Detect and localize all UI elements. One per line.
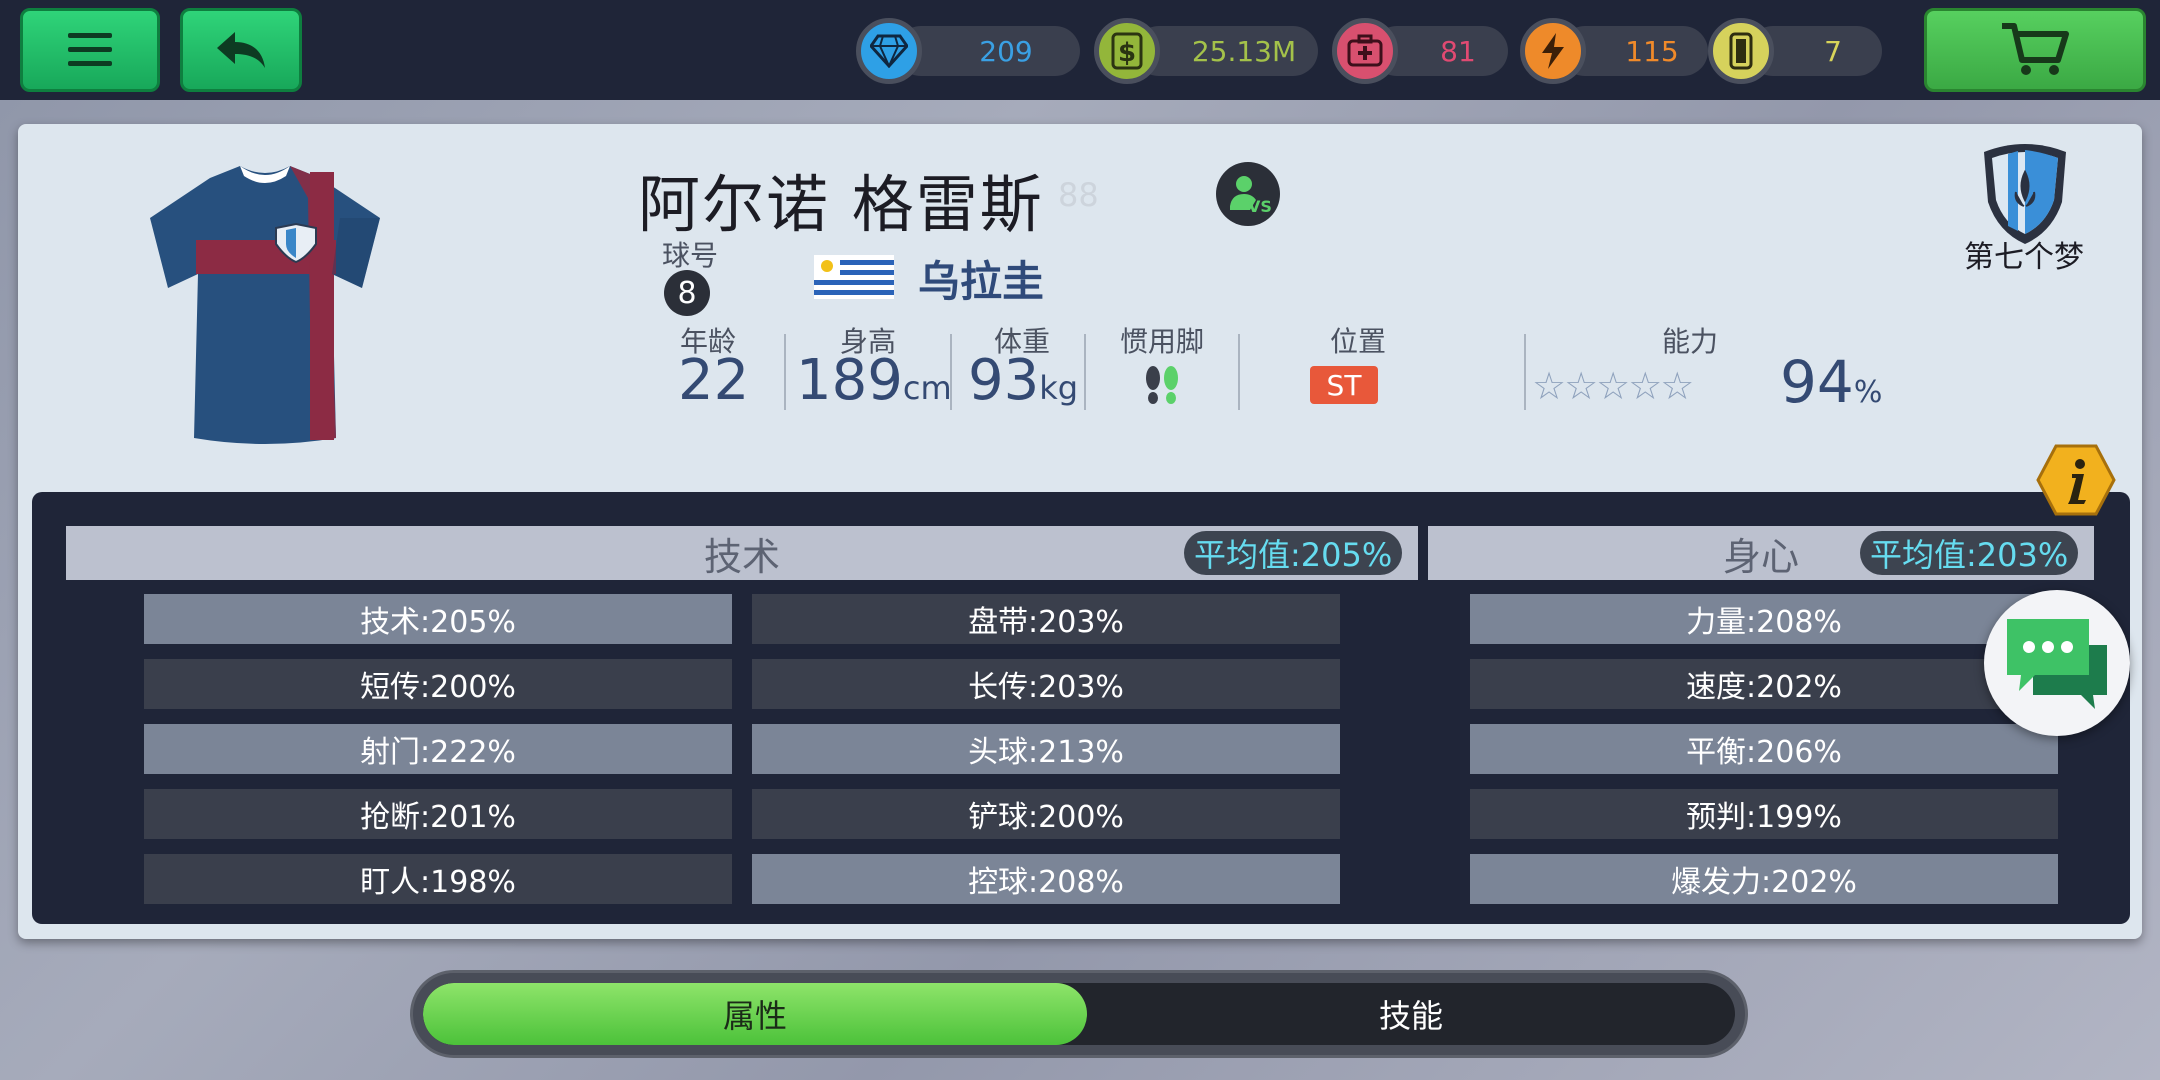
age-number: 22 xyxy=(678,348,750,413)
stat-explosiveness: 爆发力:202% xyxy=(1470,854,2058,904)
stat-ball-control: 控球:208% xyxy=(752,854,1340,904)
ability-unit: % xyxy=(1853,375,1883,410)
resource-diamond[interactable]: 209 xyxy=(856,18,1080,84)
weight-value: 93kg xyxy=(968,348,1078,413)
compare-vs-button[interactable]: VS xyxy=(1216,162,1280,226)
weight-number: 93 xyxy=(968,348,1040,413)
stat-dribbling: 盘带:203% xyxy=(752,594,1340,644)
position-badge: ST xyxy=(1310,366,1378,404)
divider xyxy=(1524,334,1526,410)
technique-section-header: 技术 平均值:205% xyxy=(66,526,1418,580)
uruguay-flag-icon xyxy=(814,255,894,299)
diamond-icon xyxy=(856,18,922,84)
hamburger-menu-icon xyxy=(68,33,112,66)
ability-label: 能力 xyxy=(1662,325,1719,358)
resource-medical[interactable]: 81 xyxy=(1332,18,1508,84)
weight-unit: kg xyxy=(1039,369,1079,407)
bottom-tab-bar: 属性 技能 xyxy=(410,970,1748,1058)
stat-short-pass: 短传:200% xyxy=(144,659,732,709)
stat-balance: 平衡:206% xyxy=(1470,724,2058,774)
player-jersey-image xyxy=(150,166,380,444)
svg-text:VS: VS xyxy=(1248,197,1272,216)
card-icon xyxy=(1708,18,1774,84)
stat-speed: 速度:202% xyxy=(1470,659,2058,709)
ability-value: 94% xyxy=(1780,348,1882,416)
diamond-value: 209 xyxy=(896,26,1080,76)
stat-heading: 头球:213% xyxy=(752,724,1340,774)
resource-cash[interactable]: $ 25.13M xyxy=(1094,18,1318,84)
player-compare-icon: VS xyxy=(1230,176,1272,216)
info-icon[interactable] xyxy=(2036,444,2116,516)
stat-long-pass: 长传:203% xyxy=(752,659,1340,709)
jersey-number: 8 xyxy=(664,270,710,316)
divider xyxy=(1084,334,1086,410)
attributes-panel: 技术 平均值:205% 身心 平均值:203% 技术:205% 短传:200% … xyxy=(32,492,2130,924)
medkit-icon xyxy=(1332,18,1398,84)
player-rating-watermark: 88 xyxy=(1058,176,1099,214)
divider xyxy=(1238,334,1240,410)
physical-section-header: 身心 平均值:203% xyxy=(1428,526,2094,580)
lightning-icon xyxy=(1520,18,1586,84)
resource-cards[interactable]: 7 xyxy=(1708,18,1882,84)
ability-number: 94 xyxy=(1780,348,1854,416)
menu-button[interactable] xyxy=(20,8,160,92)
divider xyxy=(950,334,952,410)
club-crest-icon xyxy=(1984,144,2066,244)
stat-technique: 技术:205% xyxy=(144,594,732,644)
dollar-icon: $ xyxy=(1094,18,1160,84)
stat-strength: 力量:208% xyxy=(1470,594,2058,644)
stat-anticipation: 预判:199% xyxy=(1470,789,2058,839)
preferred-foot-label: 惯用脚 xyxy=(1120,325,1205,358)
tab-track: 属性 技能 xyxy=(423,983,1735,1045)
technique-average-badge: 平均值:205% xyxy=(1184,531,1403,575)
svg-text:$: $ xyxy=(1118,38,1136,68)
tab-skills[interactable]: 技能 xyxy=(1087,983,1735,1045)
stat-interception: 抢断:201% xyxy=(144,789,732,839)
back-arrow-icon xyxy=(217,32,265,68)
physical-average-badge: 平均值:203% xyxy=(1860,531,2079,575)
chat-button[interactable] xyxy=(1984,590,2130,736)
back-button[interactable] xyxy=(180,8,302,92)
height-unit: cm xyxy=(902,369,952,407)
shop-cart-button[interactable] xyxy=(1924,8,2146,92)
age-value: 22 xyxy=(678,348,749,413)
footprints-icon xyxy=(1146,366,1178,404)
physical-title: 身心 xyxy=(1722,534,1799,579)
divider xyxy=(784,334,786,410)
tab-attributes[interactable]: 属性 xyxy=(423,983,1087,1045)
stat-shooting: 射门:222% xyxy=(144,724,732,774)
height-number: 189 xyxy=(796,348,903,413)
club-name: 第七个梦 xyxy=(1964,240,2084,275)
cash-value: 25.13M xyxy=(1134,26,1318,76)
chat-bubble-icon xyxy=(2007,619,2107,709)
technique-title: 技术 xyxy=(703,534,780,579)
stat-marking: 盯人:198% xyxy=(144,854,732,904)
height-value: 189cm xyxy=(796,348,952,413)
position-label: 位置 xyxy=(1330,325,1387,358)
stat-tackling: 铲球:200% xyxy=(752,789,1340,839)
top-bar: 209 $ 25.13M 81 115 7 xyxy=(0,0,2160,100)
player-name: 阿尔诺 格雷斯 xyxy=(638,168,1044,241)
resource-energy[interactable]: 115 xyxy=(1520,18,1708,84)
shopping-cart-icon xyxy=(2002,23,2069,75)
ability-stars: ☆☆☆☆☆ xyxy=(1532,364,1694,408)
jersey-number-label: 球号 xyxy=(662,239,719,272)
country-name: 乌拉圭 xyxy=(918,257,1045,306)
player-card: 阿尔诺 格雷斯 88 VS 球号 8 乌拉圭 年龄 22 身高 189cm 体重… xyxy=(18,124,2142,939)
